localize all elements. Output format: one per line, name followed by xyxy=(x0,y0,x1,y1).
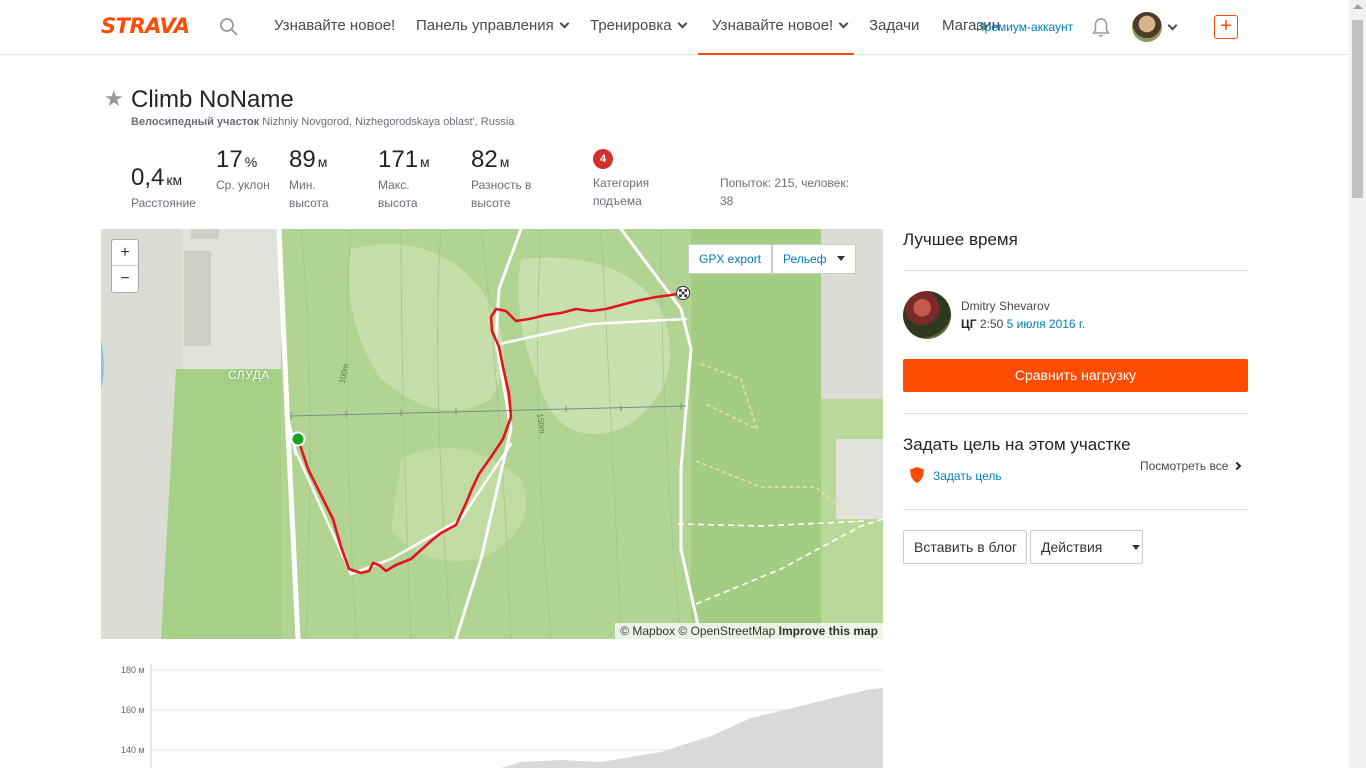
stat-elevation-difference: 82 м Разность в высоте xyxy=(471,146,532,210)
climb-category-badge: 4 xyxy=(593,149,613,169)
nav-item-challenges[interactable]: Задачи xyxy=(869,0,919,55)
embed-button[interactable]: Вставить в блог xyxy=(903,530,1027,564)
leader-time: ЦГ 2:50 5 июля 2016 г. xyxy=(961,317,1086,331)
scrollbar-thumb[interactable] xyxy=(1352,20,1363,198)
leader-name[interactable]: Dmitry Shevarov xyxy=(961,299,1050,313)
search-icon[interactable] xyxy=(219,17,239,37)
chevron-right-icon xyxy=(1233,461,1242,471)
nav-item-explore-active[interactable]: Узнавайте новое! xyxy=(698,0,854,55)
divider xyxy=(903,413,1248,414)
zoom-in-button[interactable]: + xyxy=(112,240,138,266)
map-place-label: СЛУДА xyxy=(228,368,270,382)
chevron-down-icon xyxy=(559,18,570,29)
goal-heading: Задать цель на этом участке xyxy=(903,435,1131,454)
leader-date-link[interactable]: 5 июля 2016 г. xyxy=(1007,317,1086,331)
caret-down-icon xyxy=(836,256,845,261)
nav-item-training[interactable]: Тренировка xyxy=(590,0,688,55)
nav-item-dashboard[interactable]: Панель управления xyxy=(416,0,570,55)
bell-icon[interactable] xyxy=(1090,16,1112,38)
set-goal-link[interactable]: Задать цель xyxy=(933,469,1002,483)
map-zoom-control: + − xyxy=(111,239,139,293)
scroll-up-arrow-icon[interactable] xyxy=(1353,4,1363,9)
gpx-export-button[interactable]: GPX export xyxy=(688,244,773,274)
actions-dropdown[interactable]: Действия xyxy=(1030,530,1143,564)
stat-max-elevation: 171 м Макс. высота xyxy=(378,146,430,210)
chevron-down-icon xyxy=(677,18,688,29)
segment-subtitle: Велосипедный участок Nizhniy Novgorod, N… xyxy=(131,116,514,128)
compare-effort-button[interactable]: Сравнить нагрузку xyxy=(903,359,1248,392)
chevron-down-icon[interactable] xyxy=(1167,20,1178,31)
segment-title: Climb NoName xyxy=(131,86,294,113)
improve-map-link[interactable]: Improve this map xyxy=(779,624,878,638)
leader-avatar[interactable] xyxy=(903,291,951,339)
elevation-chart xyxy=(150,664,883,768)
climb-category-label: Категория подъема xyxy=(593,176,650,208)
user-avatar[interactable] xyxy=(1132,12,1162,42)
see-all-link[interactable]: Посмотреть все xyxy=(1140,459,1242,473)
premium-link[interactable]: Премиум-аккаунт xyxy=(976,20,1073,34)
divider xyxy=(903,270,1248,271)
segment-map[interactable]: СЛУДА 100m 150m + − GPX export Рельеф © … xyxy=(101,229,883,639)
stat-avg-grade: 17% Ср. уклон xyxy=(216,146,270,192)
terrain-dropdown[interactable]: Рельеф xyxy=(772,244,856,274)
stat-min-elevation: 89 м Мин. высота xyxy=(289,146,329,210)
chevron-down-icon xyxy=(838,18,849,29)
elevation-profile[interactable]: 180 м 160 м 140 м xyxy=(101,656,883,768)
zoom-out-button[interactable]: − xyxy=(112,266,138,292)
elevation-y-label: 160 м xyxy=(121,705,145,715)
divider xyxy=(903,509,1248,510)
caret-down-icon xyxy=(1132,545,1141,550)
elevation-y-label: 140 м xyxy=(121,745,145,755)
map-attribution: © Mapbox © OpenStreetMap Improve this ma… xyxy=(615,623,883,639)
elevation-y-label: 180 м xyxy=(121,665,145,675)
strava-logo[interactable]: STRAVA xyxy=(101,14,190,38)
segment-location: Nizhniy Novgorod, Nizhegorodskaya oblast… xyxy=(262,116,515,128)
stat-distance: 0,4 км Расстояние xyxy=(131,164,196,210)
upload-plus-button[interactable]: + xyxy=(1214,15,1238,39)
star-icon[interactable]: ★ xyxy=(104,86,124,112)
segment-type: Велосипедный участок xyxy=(131,116,260,128)
shield-icon xyxy=(910,467,924,483)
best-time-heading: Лучшее время xyxy=(903,230,1018,249)
map-canvas xyxy=(101,229,883,639)
top-navigation: STRAVA Узнавайте новое! Панель управлени… xyxy=(0,0,1349,55)
nav-item-explore[interactable]: Узнавайте новое! xyxy=(274,0,395,55)
attempts-count: Попыток: 215, человек: 38 xyxy=(720,176,849,208)
